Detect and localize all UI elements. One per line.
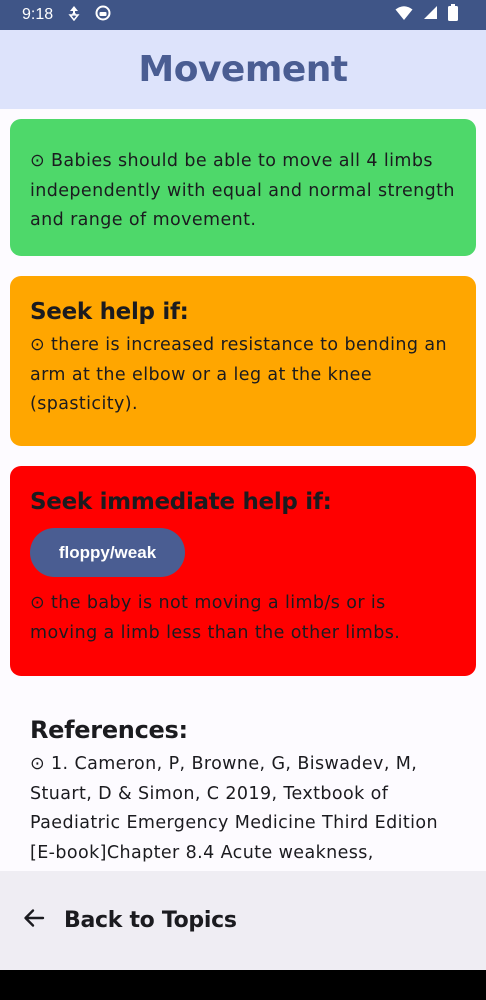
system-navigation-bar [0,970,486,1000]
arrow-back-icon [22,906,46,935]
references-heading: References: [30,716,188,744]
floppy-weak-button[interactable]: floppy/weak [30,528,185,577]
battery-icon [448,4,458,26]
normal-movement-text: ⊙ Babies should be able to move all 4 li… [30,151,455,230]
status-right [395,4,458,26]
status-bar: 9:18 [0,0,486,30]
seek-immediate-help-heading: Seek immediate help if: [30,489,332,515]
app-notification-icon [95,5,111,26]
seek-immediate-help-card: Seek immediate help if: floppy/weak ⊙ th… [10,466,476,676]
seek-help-card: Seek help if: ⊙ there is increased resis… [10,276,476,446]
bottom-bar: Back to Topics [0,871,486,970]
seek-help-text: ⊙ there is increased resistance to bendi… [30,335,448,414]
status-left: 9:18 [22,5,111,26]
normal-movement-card: ⊙ Babies should be able to move all 4 li… [10,119,476,256]
app-bar: Movement [0,30,486,109]
status-time: 9:18 [22,6,54,23]
references-section: References: ⊙ 1. Cameron, P, Browne, G, … [30,716,466,868]
back-to-topics-button[interactable]: Back to Topics [22,906,237,935]
wifi-icon [395,5,413,26]
cellular-signal-icon [423,5,438,25]
back-to-topics-label: Back to Topics [64,908,237,933]
seek-help-heading: Seek help if: [30,299,189,325]
page-title: Movement [138,49,348,90]
seek-immediate-help-text: ⊙ the baby is not moving a limb/s or is … [30,593,401,643]
data-saver-icon [67,5,81,26]
references-text: ⊙ 1. Cameron, P, Browne, G, Biswadev, M,… [30,754,439,863]
